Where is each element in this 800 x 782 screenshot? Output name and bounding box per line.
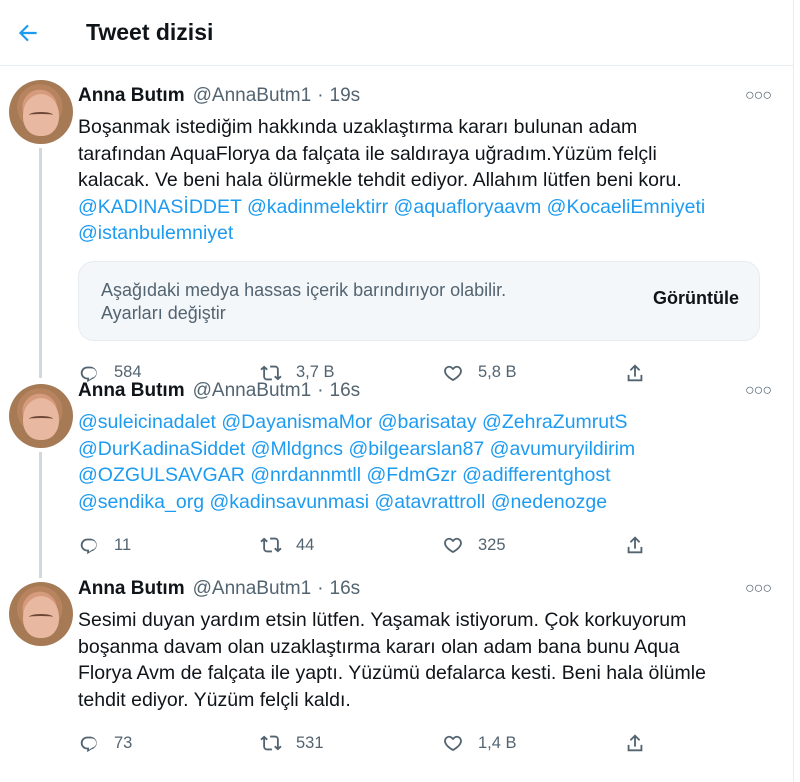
tweet-text-line: Boşanmak istediğim hakkında uzaklaştırma… bbox=[78, 116, 638, 138]
author-handle[interactable]: @AnnaButm1 bbox=[193, 380, 312, 402]
mention-line[interactable]: @DurKadinaSiddet @Mldgncs @bilgearslan87… bbox=[78, 436, 771, 463]
mention-line[interactable]: @KADINASİDDET @kadinmelektirr @aquaflory… bbox=[78, 194, 771, 221]
more-options-icon[interactable]: ○○○ bbox=[745, 580, 772, 598]
share-button[interactable] bbox=[624, 732, 660, 754]
thread-page: Tweet dizisi Anna Butım @AnnaButm1 · 19s… bbox=[0, 0, 794, 782]
tweet-meta: Anna Butım @AnnaButm1 · 16s ○○○ bbox=[78, 377, 772, 405]
separator-dot: · bbox=[317, 85, 324, 106]
like-count: 1,4 B bbox=[478, 733, 517, 752]
heart-icon bbox=[444, 735, 462, 751]
tweet-text: Sesimi duyan yardım etsin lütfen. Yaşama… bbox=[78, 607, 771, 713]
page-title: Tweet dizisi bbox=[86, 19, 214, 45]
view-media-button[interactable]: Görüntüle bbox=[653, 288, 739, 309]
more-options-icon[interactable]: ○○○ bbox=[745, 87, 772, 105]
timestamp[interactable]: 16s bbox=[330, 380, 361, 402]
avatar[interactable] bbox=[9, 384, 73, 448]
avatar[interactable] bbox=[9, 582, 73, 646]
heart-icon bbox=[444, 537, 462, 553]
reply-icon bbox=[80, 736, 97, 753]
tweet-text-line: tehdit ediyor. Yüzüm felçli kaldı. bbox=[78, 688, 351, 711]
author-name[interactable]: Anna Butım bbox=[78, 578, 185, 600]
tweet-actions: 73 531 1,4 B bbox=[78, 723, 771, 763]
tweet-text-line: Sesimi duyan yardım etsin lütfen. Yaşama… bbox=[78, 609, 687, 631]
share-button[interactable] bbox=[624, 534, 660, 556]
timestamp[interactable]: 19s bbox=[330, 85, 361, 107]
tweet-meta: Anna Butım @AnnaButm1 · 16s ○○○ bbox=[78, 575, 772, 603]
separator-dot: · bbox=[317, 578, 324, 599]
thread-connector-line bbox=[39, 368, 42, 378]
retweet-count: 531 bbox=[296, 733, 324, 752]
retweet-button[interactable]: 44 bbox=[260, 534, 442, 556]
avatar[interactable] bbox=[9, 80, 73, 144]
header: Tweet dizisi bbox=[0, 0, 793, 66]
sensitive-message: Aşağıdaki medya hassas içerik barındırıy… bbox=[101, 280, 507, 300]
retweet-icon bbox=[260, 537, 282, 553]
thread-connector-line bbox=[39, 452, 42, 570]
retweet-icon bbox=[260, 735, 282, 751]
sensitive-media-warning: Aşağıdaki medya hassas içerik barındırıy… bbox=[78, 260, 760, 341]
tweet-text-line: Florya Avm de falçata ile yaptı. Yüzümü … bbox=[78, 662, 706, 684]
separator-dot: · bbox=[317, 380, 324, 401]
reply-count: 73 bbox=[114, 733, 133, 752]
tweet-content: Anna Butım @AnnaButm1 · 19s ○○○ Boşanmak… bbox=[78, 66, 793, 382]
tweet-text-line: kalacak. Ve beni hala ölürmekle tehdit e… bbox=[78, 169, 682, 191]
back-button[interactable] bbox=[8, 13, 48, 53]
tweet-left-column bbox=[0, 66, 78, 370]
tweet[interactable]: Anna Butım @AnnaButm1 · 19s ○○○ Boşanmak… bbox=[0, 66, 793, 382]
reply-icon bbox=[80, 538, 97, 555]
timestamp[interactable]: 16s bbox=[330, 578, 361, 600]
share-icon bbox=[627, 734, 643, 752]
author-handle[interactable]: @AnnaButm1 bbox=[193, 578, 312, 600]
share-icon bbox=[627, 536, 643, 554]
tweet-content: Anna Butım @AnnaButm1 · 16s ○○○ Sesimi d… bbox=[78, 566, 793, 782]
retweet-button[interactable]: 531 bbox=[260, 732, 442, 754]
tweet[interactable]: Anna Butım @AnnaButm1 · 16s ○○○ @suleici… bbox=[0, 368, 793, 570]
tweet-left-column bbox=[0, 368, 78, 570]
author-name[interactable]: Anna Butım bbox=[78, 85, 185, 107]
more-options-icon[interactable]: ○○○ bbox=[745, 382, 772, 400]
like-button[interactable]: 325 bbox=[442, 534, 624, 556]
tweet-actions: 11 44 325 bbox=[78, 525, 771, 565]
tweet-meta: Anna Butım @AnnaButm1 · 19s ○○○ bbox=[78, 82, 772, 110]
like-button[interactable]: 1,4 B bbox=[442, 732, 624, 754]
thread-connector-line bbox=[39, 566, 42, 578]
tweet[interactable]: Anna Butım @AnnaButm1 · 16s ○○○ Sesimi d… bbox=[0, 566, 793, 782]
thread-connector-line bbox=[39, 148, 42, 370]
mention-line[interactable]: @OZGULSAVGAR @nrdannmtll @FdmGzr @adiffe… bbox=[78, 462, 771, 489]
retweet-count: 44 bbox=[296, 535, 315, 554]
change-settings-link[interactable]: Ayarları değiştir bbox=[101, 303, 506, 324]
tweet-content: Anna Butım @AnnaButm1 · 16s ○○○ @suleici… bbox=[78, 368, 793, 566]
reply-button[interactable]: 11 bbox=[78, 534, 260, 556]
tweet-text: Boşanmak istediğim hakkında uzaklaştırma… bbox=[78, 114, 771, 247]
arrow-left-icon bbox=[18, 24, 37, 41]
author-name[interactable]: Anna Butım bbox=[78, 380, 185, 402]
mention-line[interactable]: @suleicinadalet @DayanismaMor @barisatay… bbox=[78, 409, 771, 436]
like-count: 325 bbox=[478, 535, 506, 554]
tweet-text-line: tarafından AquaFlorya da falçata ile sal… bbox=[78, 142, 657, 165]
author-handle[interactable]: @AnnaButm1 bbox=[193, 85, 312, 107]
reply-button[interactable]: 73 bbox=[78, 732, 260, 754]
reply-count: 11 bbox=[114, 535, 132, 554]
mention-line[interactable]: @sendika_org @kadinsavunmasi @atavrattro… bbox=[78, 489, 771, 516]
mention-line[interactable]: @istanbulemniyet bbox=[78, 220, 771, 247]
tweet-text-line: boşanma davam olan uzaklaştırma kararı o… bbox=[78, 635, 680, 658]
tweet-left-column bbox=[0, 566, 78, 782]
tweet-text: @suleicinadalet @DayanismaMor @barisatay… bbox=[78, 409, 771, 515]
